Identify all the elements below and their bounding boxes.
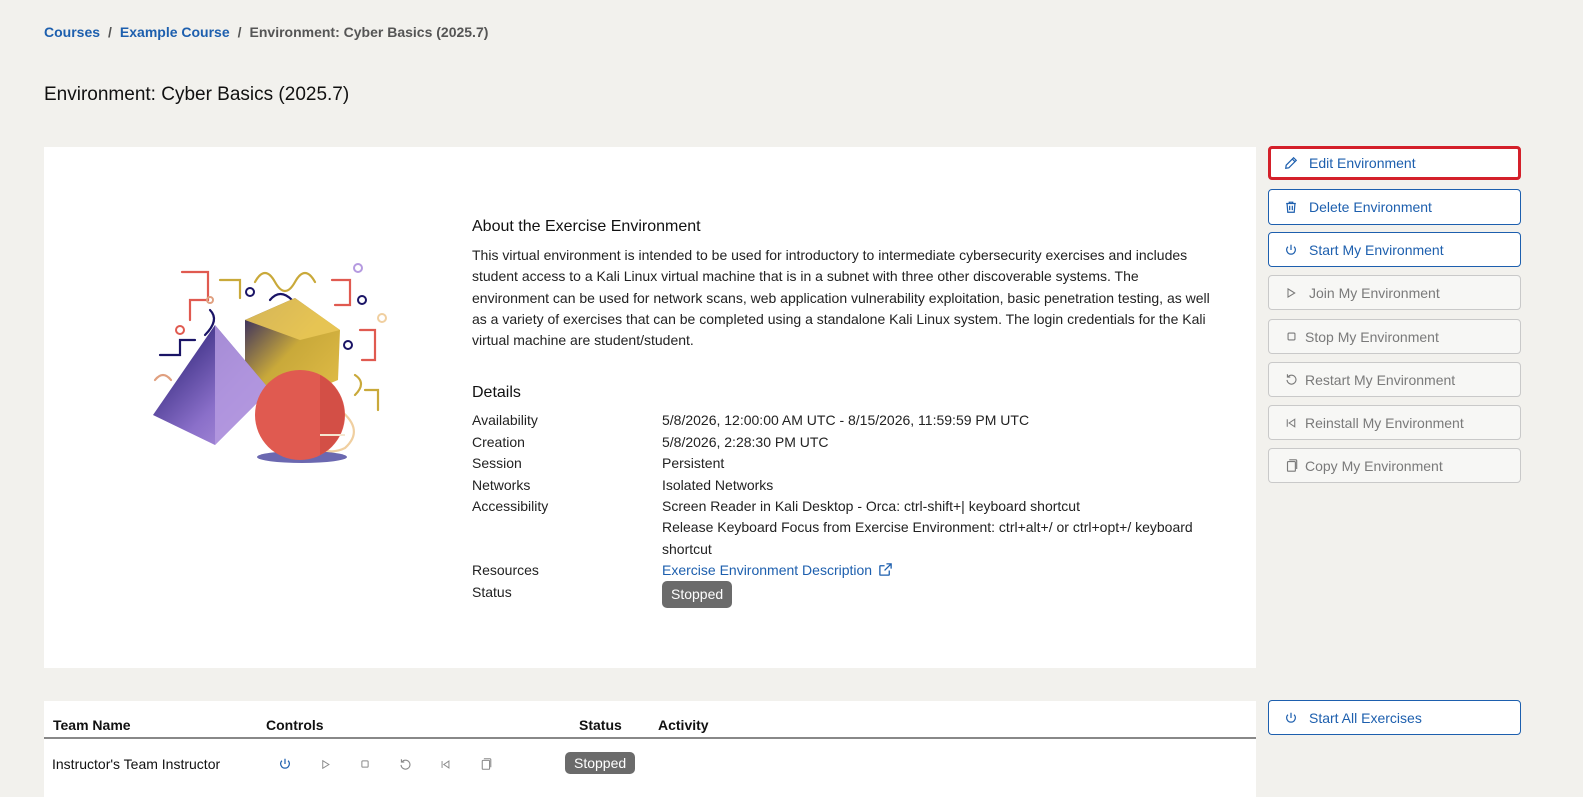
- breadcrumb-current: Environment: Cyber Basics (2025.7): [249, 24, 489, 40]
- page-title: Environment: Cyber Basics (2025.7): [44, 84, 350, 105]
- detail-label-session: Session: [472, 455, 522, 471]
- breadcrumb-course-link[interactable]: Example Course: [120, 24, 230, 40]
- edit-environment-button[interactable]: Edit Environment: [1268, 146, 1521, 180]
- detail-value-accessibility: Screen Reader in Kali Desktop - Orca: ct…: [662, 496, 1222, 560]
- detail-label-creation: Creation: [472, 434, 525, 450]
- trash-icon: [1283, 199, 1299, 215]
- row-start-power-icon[interactable]: [276, 755, 294, 773]
- delete-environment-button[interactable]: Delete Environment: [1268, 189, 1521, 225]
- accessibility-keyboard-focus: Release Keyboard Focus from Exercise Env…: [662, 519, 1193, 557]
- detail-value-networks: Isolated Networks: [662, 477, 774, 493]
- status-badge: Stopped: [662, 581, 733, 609]
- power-icon: [1283, 710, 1299, 726]
- column-header-controls: Controls: [266, 717, 324, 733]
- details-title: Details: [472, 384, 521, 401]
- edit-environment-label: Edit Environment: [1309, 155, 1416, 171]
- row-copy-icon[interactable]: [476, 755, 494, 773]
- row-status-cell: Stopped: [565, 752, 636, 774]
- reinstall-my-environment-button[interactable]: Reinstall My Environment: [1268, 405, 1521, 440]
- detail-value-session: Persistent: [662, 455, 725, 471]
- column-header-activity: Activity: [658, 717, 709, 733]
- power-icon: [1283, 242, 1299, 258]
- join-my-environment-label: Join My Environment: [1309, 284, 1440, 301]
- detail-value-resources: Exercise Environment Description: [662, 560, 1222, 581]
- detail-label-availability: Availability: [472, 412, 538, 428]
- row-join-play-icon[interactable]: [316, 755, 334, 773]
- row-stop-icon[interactable]: [356, 755, 374, 773]
- breadcrumb-courses-link[interactable]: Courses: [44, 24, 100, 40]
- breadcrumb: Courses / Example Course / Environment: …: [44, 24, 488, 40]
- join-my-environment-button[interactable]: Join My Environment: [1268, 275, 1521, 310]
- reinstall-my-environment-label: Reinstall My Environment: [1305, 414, 1464, 431]
- detail-label-accessibility: Accessibility: [472, 498, 549, 514]
- row-restart-icon[interactable]: [396, 755, 414, 773]
- detail-value-status: Stopped: [662, 581, 1222, 609]
- about-text: This virtual environment is intended to …: [472, 247, 1210, 349]
- environment-illustration: [153, 263, 387, 463]
- play-icon: [1283, 285, 1299, 301]
- breadcrumb-separator: /: [108, 24, 112, 40]
- about-title: About the Exercise Environment: [472, 218, 701, 235]
- row-status-badge: Stopped: [565, 752, 636, 774]
- environment-description-link-label: Exercise Environment Description: [662, 562, 873, 578]
- accessibility-screen-reader: Screen Reader in Kali Desktop - Orca: ct…: [662, 498, 1080, 514]
- table-header-divider: [44, 737, 1256, 739]
- copy-icon: [1283, 458, 1299, 474]
- row-reinstall-skip-back-icon[interactable]: [436, 755, 454, 773]
- start-all-exercises-button[interactable]: Start All Exercises: [1268, 700, 1521, 735]
- breadcrumb-separator: /: [237, 24, 242, 40]
- detail-label-resources: Resources: [472, 562, 539, 578]
- detail-value-creation: 5/8/2026, 2:28:30 PM UTC: [662, 434, 829, 450]
- restart-icon: [1283, 372, 1299, 388]
- external-link-icon: [879, 563, 892, 576]
- copy-my-environment-button[interactable]: Copy My Environment: [1268, 448, 1521, 483]
- column-header-team-name: Team Name: [53, 717, 131, 733]
- start-all-exercises-label: Start All Exercises: [1309, 709, 1422, 726]
- copy-my-environment-label: Copy My Environment: [1305, 457, 1443, 474]
- team-name-cell: Instructor's Team Instructor: [52, 756, 221, 772]
- start-my-environment-button[interactable]: Start My Environment: [1268, 232, 1521, 267]
- teams-table: [44, 701, 1256, 797]
- detail-label-status: Status: [472, 584, 512, 600]
- stop-my-environment-label: Stop My Environment: [1305, 328, 1439, 345]
- stop-icon: [1283, 329, 1299, 345]
- pencil-icon: [1283, 155, 1299, 171]
- detail-value-availability: 5/8/2026, 12:00:00 AM UTC - 8/15/2026, 1…: [662, 412, 1030, 428]
- restart-my-environment-button[interactable]: Restart My Environment: [1268, 362, 1521, 397]
- restart-my-environment-label: Restart My Environment: [1305, 371, 1456, 388]
- delete-environment-label: Delete Environment: [1309, 199, 1432, 215]
- stop-my-environment-button[interactable]: Stop My Environment: [1268, 319, 1521, 354]
- start-my-environment-label: Start My Environment: [1309, 241, 1444, 258]
- skip-back-icon: [1283, 415, 1299, 431]
- environment-description-link[interactable]: Exercise Environment Description: [662, 562, 893, 578]
- detail-label-networks: Networks: [472, 477, 531, 493]
- column-header-status: Status: [579, 717, 622, 733]
